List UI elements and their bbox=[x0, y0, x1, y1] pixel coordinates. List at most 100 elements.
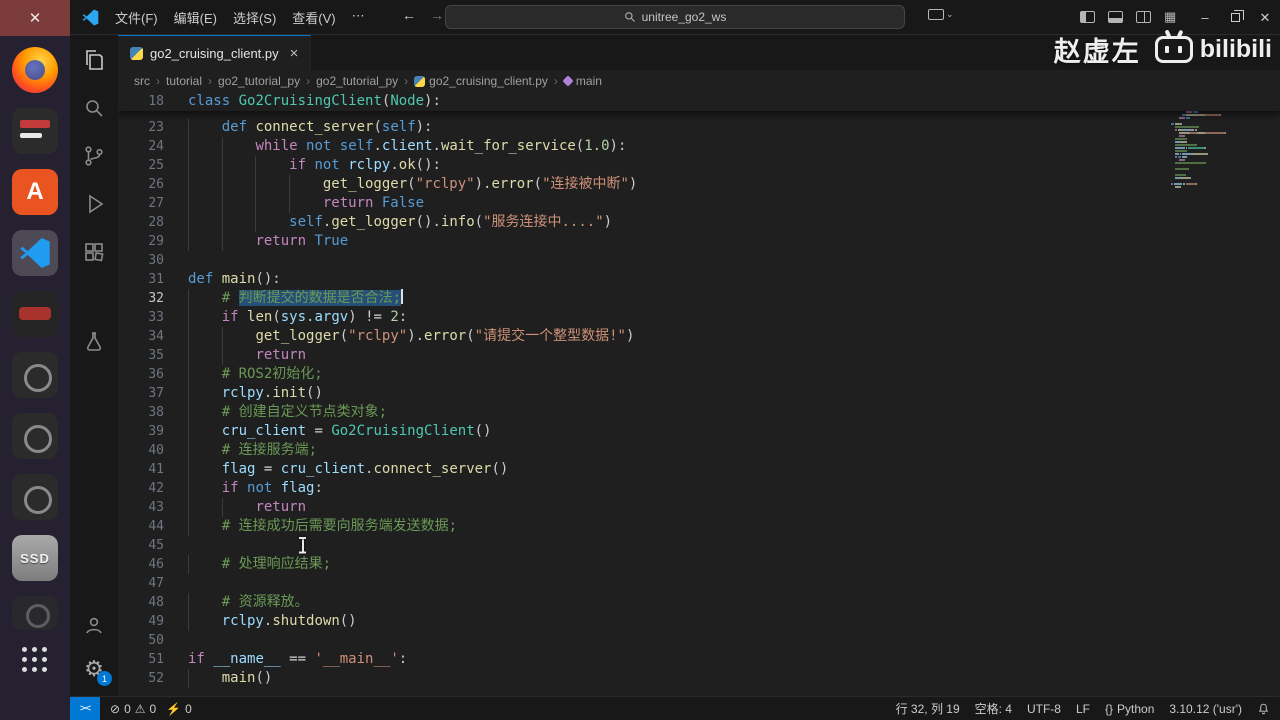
nav-back-icon[interactable]: ← bbox=[398, 7, 420, 23]
sticky-scroll-line[interactable]: 18 class Go2CruisingClient(Node): bbox=[118, 92, 1280, 111]
app-icon-placeholder-1[interactable] bbox=[12, 352, 58, 398]
settings-gear-icon[interactable]: ⚙ 1 bbox=[81, 656, 112, 686]
code-line[interactable]: 35 return bbox=[118, 346, 1280, 365]
customize-layout-icon[interactable]: ▦ bbox=[1164, 10, 1180, 23]
extensions-icon[interactable] bbox=[81, 239, 107, 265]
app-icon-placeholder-2[interactable] bbox=[12, 413, 58, 459]
line-number: 46 bbox=[148, 557, 164, 572]
breadcrumb-module[interactable]: go2_tutorial_py bbox=[316, 74, 398, 88]
breadcrumb-src[interactable]: src bbox=[134, 74, 150, 88]
chevron-right-icon: › bbox=[553, 74, 558, 88]
ssd-drive-icon[interactable]: SSD bbox=[12, 535, 58, 581]
eol[interactable]: LF bbox=[1076, 702, 1090, 716]
toggle-secondary-sidebar-icon[interactable] bbox=[1136, 10, 1151, 23]
breadcrumb-symbol-main[interactable]: main bbox=[562, 74, 602, 88]
menubar: 文件(F) 编辑(E) 选择(S) 查看(V) ⋯ bbox=[107, 4, 373, 31]
source-control-icon[interactable] bbox=[81, 143, 107, 169]
notifications-bell-icon[interactable] bbox=[1257, 702, 1270, 715]
language-mode[interactable]: {} Python bbox=[1105, 702, 1154, 716]
toggle-sidebar-icon[interactable] bbox=[1080, 10, 1095, 23]
indentation[interactable]: 空格: 4 bbox=[975, 700, 1012, 717]
breadcrumb-pkg[interactable]: go2_tutorial_py bbox=[218, 74, 300, 88]
code-line[interactable]: 25 if not rclpy.ok(): bbox=[118, 156, 1280, 175]
code-line[interactable]: 32 # 判断提交的数据是否合法; bbox=[118, 289, 1280, 308]
code-line[interactable]: 47 bbox=[118, 574, 1280, 593]
tab-close-icon[interactable]: × bbox=[290, 45, 299, 62]
dock-close-tile[interactable]: ✕ bbox=[0, 0, 70, 36]
code-line[interactable]: 50 bbox=[118, 631, 1280, 650]
line-number: 52 bbox=[148, 671, 164, 686]
code-line[interactable]: 33 if len(sys.argv) != 2: bbox=[118, 308, 1280, 327]
code-line[interactable]: 27 return False bbox=[118, 194, 1280, 213]
minimap[interactable] bbox=[1168, 92, 1280, 696]
problems-indicator[interactable]: ⊘ 0 ⚠ 0 bbox=[110, 702, 156, 716]
menu-edit[interactable]: 编辑(E) bbox=[166, 4, 225, 31]
explorer-icon[interactable] bbox=[81, 47, 107, 73]
show-applications-button[interactable] bbox=[22, 647, 48, 673]
line-number: 50 bbox=[148, 633, 164, 648]
code-line[interactable]: 23 def connect_server(self): bbox=[118, 118, 1280, 137]
testing-icon[interactable] bbox=[81, 329, 107, 355]
code-line[interactable]: 36 # ROS2初始化; bbox=[118, 365, 1280, 384]
menu-overflow[interactable]: ⋯ bbox=[344, 4, 373, 31]
code-line[interactable]: 51 if __name__ == '__main__': bbox=[118, 650, 1280, 669]
app-icon-recorder[interactable] bbox=[12, 291, 58, 337]
firefox-icon[interactable] bbox=[12, 47, 58, 93]
command-center-search[interactable]: unitree_go2_ws bbox=[445, 5, 905, 29]
toggle-panel-icon[interactable] bbox=[1108, 10, 1123, 23]
account-icon[interactable] bbox=[81, 612, 107, 638]
chevron-right-icon: › bbox=[156, 74, 160, 88]
menu-view[interactable]: 查看(V) bbox=[284, 4, 343, 31]
code-line[interactable]: 46 # 处理响应结果; bbox=[118, 555, 1280, 574]
remote-indicator[interactable]: >< bbox=[70, 697, 100, 720]
code-line[interactable]: 37 rclpy.init() bbox=[118, 384, 1280, 403]
code-line[interactable]: 30 bbox=[118, 251, 1280, 270]
line-number: 45 bbox=[148, 538, 164, 553]
ports-indicator[interactable]: ⚡ 0 bbox=[166, 702, 192, 716]
code-editor[interactable]: 18 class Go2CruisingClient(Node): 23 def c… bbox=[118, 92, 1280, 696]
code-line[interactable]: 48 # 资源释放。 bbox=[118, 593, 1280, 612]
code-line[interactable]: 45 bbox=[118, 536, 1280, 555]
code-line[interactable]: 39 cru_client = Go2CruisingClient() bbox=[118, 422, 1280, 441]
code-line[interactable]: 38 # 创建自定义节点类对象; bbox=[118, 403, 1280, 422]
ubuntu-software-icon[interactable]: A bbox=[12, 169, 58, 215]
menu-selection[interactable]: 选择(S) bbox=[225, 4, 284, 31]
ubuntu-dock: ✕ A SSD bbox=[0, 0, 70, 720]
bilibili-wordmark: bilibili bbox=[1199, 35, 1272, 63]
app-icon-placeholder-3[interactable] bbox=[12, 474, 58, 520]
breadcrumb: src › tutorial › go2_tutorial_py › go2_t… bbox=[118, 70, 1280, 92]
code-line[interactable]: 41 flag = cru_client.connect_server() bbox=[118, 460, 1280, 479]
code-line[interactable]: 24 while not self.client.wait_for_servic… bbox=[118, 137, 1280, 156]
cursor-position[interactable]: 行 32, 列 19 bbox=[896, 700, 960, 717]
search-sidebar-icon[interactable] bbox=[81, 95, 107, 121]
chevron-right-icon: › bbox=[404, 74, 409, 88]
mouse-ibeam-cursor bbox=[298, 537, 307, 554]
error-icon: ⊘ bbox=[110, 701, 121, 716]
breadcrumb-file[interactable]: go2_cruising_client.py bbox=[414, 74, 548, 88]
tab-go2-cruising-client[interactable]: go2_cruising_client.py × bbox=[118, 35, 312, 70]
code-line[interactable]: 49 rclpy.shutdown() bbox=[118, 612, 1280, 631]
run-debug-icon[interactable] bbox=[81, 191, 107, 217]
encoding[interactable]: UTF-8 bbox=[1027, 702, 1061, 716]
line-number: 29 bbox=[148, 234, 164, 249]
code-line[interactable]: 43 return bbox=[118, 498, 1280, 517]
code-line[interactable]: 31 def main(): bbox=[118, 270, 1280, 289]
code-line[interactable]: 40 # 连接服务端; bbox=[118, 441, 1280, 460]
breadcrumb-tutorial[interactable]: tutorial bbox=[166, 74, 202, 88]
app-icon-placeholder-4[interactable] bbox=[12, 596, 58, 630]
restore-icon bbox=[1230, 10, 1244, 22]
code-line[interactable]: 29 return True bbox=[118, 232, 1280, 251]
monitor-icon bbox=[928, 9, 944, 20]
code-line[interactable]: 52 main() bbox=[118, 669, 1280, 688]
code-line[interactable]: 28 self.get_logger().info("服务连接中....") bbox=[118, 213, 1280, 232]
display-dropdown-icon[interactable]: ⌄ bbox=[928, 9, 954, 20]
vscode-dock-icon[interactable] bbox=[12, 230, 58, 276]
code-line[interactable]: 44 # 连接成功后需要向服务端发送数据; bbox=[118, 517, 1280, 536]
app-icon-editor[interactable] bbox=[12, 108, 58, 154]
menu-file[interactable]: 文件(F) bbox=[107, 4, 166, 31]
code-line[interactable]: 26 get_logger("rclpy").error("连接被中断") bbox=[118, 175, 1280, 194]
warning-count: 0 bbox=[149, 701, 157, 716]
python-interpreter[interactable]: 3.10.12 ('usr') bbox=[1169, 702, 1242, 716]
code-line[interactable]: 42 if not flag: bbox=[118, 479, 1280, 498]
code-line[interactable]: 34 get_logger("rclpy").error("请提交一个整型数据!… bbox=[118, 327, 1280, 346]
